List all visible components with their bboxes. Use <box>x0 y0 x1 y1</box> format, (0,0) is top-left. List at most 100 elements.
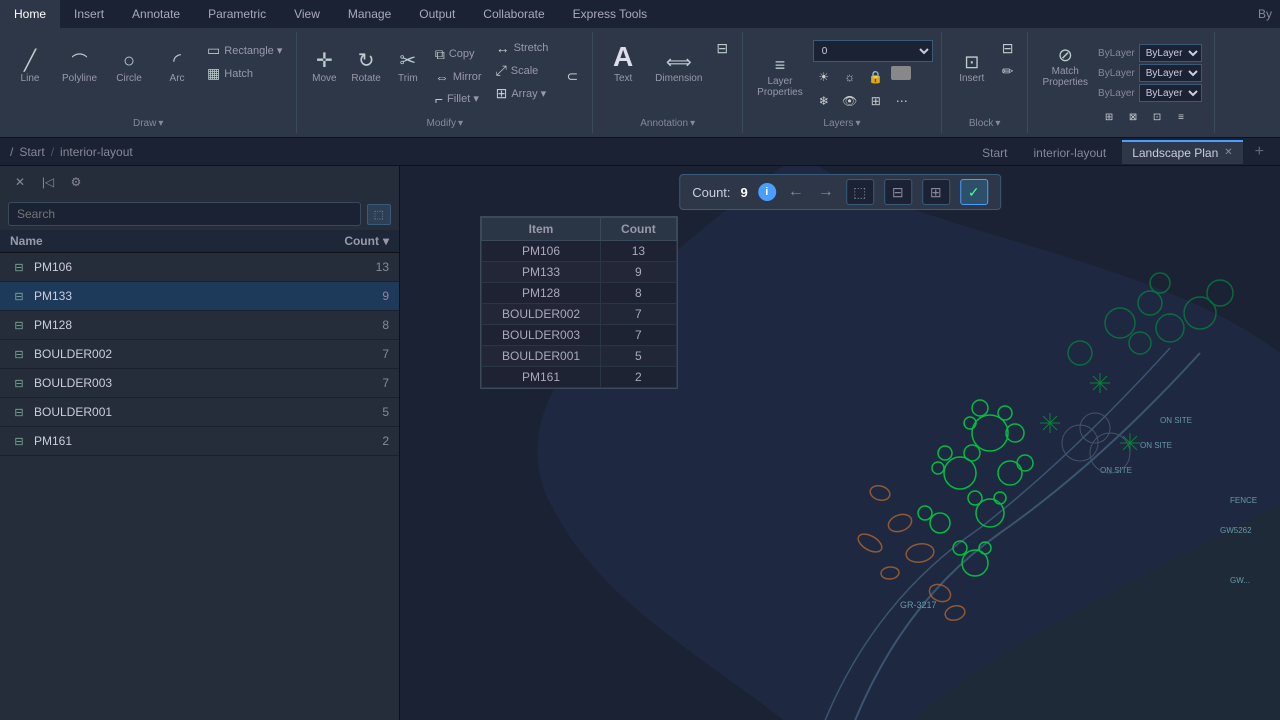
fillet-button[interactable]: ⌐ Fillet ▾ <box>429 89 488 109</box>
list-item[interactable]: ⊟ PM128 8 <box>0 311 399 340</box>
layers-group-label[interactable]: Layers▾ <box>823 118 860 129</box>
tab-landscape-plan[interactable]: Landscape Plan ✕ <box>1122 140 1242 164</box>
lineweight-selector[interactable]: ByLayer <box>1139 84 1202 102</box>
table-icon: ⊟ <box>716 40 728 57</box>
table-cell-item: BOULDER001 <box>482 346 601 367</box>
layer-color-icon[interactable] <box>891 66 911 80</box>
tab-insert[interactable]: Insert <box>60 0 118 28</box>
breadcrumb-start[interactable]: Start <box>19 145 44 159</box>
copy-button[interactable]: ⧉ Copy <box>429 44 488 65</box>
stretch-label: Stretch <box>514 42 549 54</box>
dimension-button[interactable]: ⟺ Dimension <box>649 36 708 88</box>
scale-button[interactable]: ⤢ Scale <box>490 60 555 81</box>
insert-button[interactable]: ⊡ Insert <box>950 36 994 88</box>
rotate-button[interactable]: ↻ Rotate <box>345 36 386 88</box>
close-panel-button[interactable]: ✕ <box>8 170 32 194</box>
tab-output[interactable]: Output <box>405 0 469 28</box>
mirror-button[interactable]: ⇔ Mirror <box>429 67 488 87</box>
list-item[interactable]: ⊟ PM106 13 <box>0 253 399 282</box>
list-item[interactable]: ⊟ PM161 2 <box>0 427 399 456</box>
draw-group-label[interactable]: Draw▾ <box>133 118 163 129</box>
layer-lock-icon[interactable]: 🔒 <box>865 66 887 88</box>
move-button[interactable]: ✛ Move <box>305 36 343 88</box>
close-tab-icon[interactable]: ✕ <box>1224 147 1232 158</box>
tab-start[interactable]: Start <box>972 140 1017 164</box>
ribbon: Home Insert Annotate Parametric View Man… <box>0 0 1280 138</box>
list-item[interactable]: ⊟ BOULDER001 5 <box>0 398 399 427</box>
table-cell-count: 8 <box>601 283 677 304</box>
layer-sun2-icon[interactable]: ☼ <box>839 66 861 88</box>
canvas-area[interactable]: GR-3217 ON SITE ON SITE ON SITE FENCE GW… <box>400 166 1280 720</box>
prop-icon-2[interactable]: ⊠ <box>1122 106 1144 128</box>
create-block-button[interactable]: ⊟ <box>996 38 1020 59</box>
block-group-label[interactable]: Block▾ <box>969 118 1000 129</box>
annotation-group-label[interactable]: Annotation▾ <box>640 118 695 129</box>
count-deselect-button[interactable]: ⊟ <box>884 179 912 205</box>
table-cell-count: 9 <box>601 262 677 283</box>
arc-button[interactable]: ◜ Arc <box>155 36 199 88</box>
circle-icon: ○ <box>123 51 135 71</box>
edit-block-button[interactable]: ✏ <box>996 61 1020 82</box>
properties-label-2: ByLayer <box>1098 68 1135 79</box>
pin-panel-button[interactable]: |◁ <box>36 170 60 194</box>
layer-grid-icon[interactable]: ⊞ <box>865 90 887 112</box>
tab-view[interactable]: View <box>280 0 334 28</box>
erase-button[interactable]: ⊂ <box>560 66 584 87</box>
count-prev-button[interactable]: ← <box>786 183 806 201</box>
prop-icon-3[interactable]: ⊡ <box>1146 106 1168 128</box>
add-tab-button[interactable]: + <box>1249 143 1270 161</box>
breadcrumb-bar: / Start / interior-layout Start interior… <box>0 138 1280 166</box>
settings-panel-button[interactable]: ⚙ <box>64 170 88 194</box>
text-button[interactable]: A Text <box>601 36 645 88</box>
tab-express-tools[interactable]: Express Tools <box>559 0 661 28</box>
select-region-button[interactable]: ⬚ <box>367 204 391 225</box>
layer-eye-icon[interactable]: 👁 <box>839 90 861 112</box>
line-button[interactable]: ╱ Line <box>8 36 52 88</box>
modify-group-label[interactable]: Modify▾ <box>427 118 463 129</box>
array-button[interactable]: ⊞ Array ▾ <box>490 83 555 104</box>
count-next-button[interactable]: → <box>816 183 836 201</box>
tab-parametric[interactable]: Parametric <box>194 0 280 28</box>
tab-manage[interactable]: Manage <box>334 0 405 28</box>
circle-button[interactable]: ○ Circle <box>107 36 151 88</box>
hatch-button[interactable]: ▦ Hatch <box>201 63 288 84</box>
item-count: 13 <box>329 260 389 274</box>
count-view-button[interactable]: ⊞ <box>922 179 950 205</box>
polyline-button[interactable]: ⌒ Polyline <box>56 36 103 88</box>
table-body: PM106 13 PM133 9 PM128 8 BOULDER002 7 <box>482 241 677 388</box>
tab-interior-layout[interactable]: interior-layout <box>1023 140 1116 164</box>
color-selector[interactable]: ByLayer <box>1139 44 1202 62</box>
block-items: ⊡ Insert ⊟ ✏ <box>950 36 1020 116</box>
layer-selector[interactable]: 0 <box>813 40 933 62</box>
tab-home[interactable]: Home <box>0 0 60 28</box>
ribbon-group-annotation: A Text ⟺ Dimension ⊟ Annotation▾ <box>593 32 743 133</box>
dimension-label: Dimension <box>655 73 702 84</box>
layer-sun-icon[interactable]: ☀ <box>813 66 835 88</box>
count-select-all-button[interactable]: ⬚ <box>846 179 874 205</box>
linetype-selector[interactable]: ByLayer <box>1139 64 1202 82</box>
item-count: 5 <box>329 405 389 419</box>
layer-properties-button[interactable]: ≡ LayerProperties <box>751 50 809 102</box>
count-info-button[interactable]: i <box>758 183 776 201</box>
list-item[interactable]: ⊟ BOULDER003 7 <box>0 369 399 398</box>
layer-freeze-icon[interactable]: ❄ <box>813 90 835 112</box>
table-cell-item: BOULDER003 <box>482 325 601 346</box>
prop-icon-4[interactable]: ≡ <box>1170 106 1192 128</box>
col-count-header[interactable]: Count ▾ <box>329 234 389 248</box>
tab-annotate[interactable]: Annotate <box>118 0 194 28</box>
list-item[interactable]: ⊟ PM133 9 <box>0 282 399 311</box>
breadcrumb-interior[interactable]: interior-layout <box>60 145 133 159</box>
arc-icon: ◜ <box>173 51 181 71</box>
prop-icon-1[interactable]: ⊞ <box>1098 106 1120 128</box>
count-confirm-button[interactable]: ✓ <box>960 179 988 205</box>
table-button[interactable]: ⊟ <box>710 38 734 59</box>
rectangle-button[interactable]: ▭ Rectangle ▾ <box>201 40 288 61</box>
text-label: Text <box>614 73 632 84</box>
tab-collaborate[interactable]: Collaborate <box>469 0 558 28</box>
trim-button[interactable]: ✂ Trim <box>389 36 427 88</box>
search-input[interactable] <box>8 202 361 226</box>
match-properties-button[interactable]: ⊘ MatchProperties <box>1036 40 1094 92</box>
layer-more-icon[interactable]: ⋯ <box>891 90 913 112</box>
list-item[interactable]: ⊟ BOULDER002 7 <box>0 340 399 369</box>
stretch-button[interactable]: ↔ Stretch <box>490 38 555 58</box>
